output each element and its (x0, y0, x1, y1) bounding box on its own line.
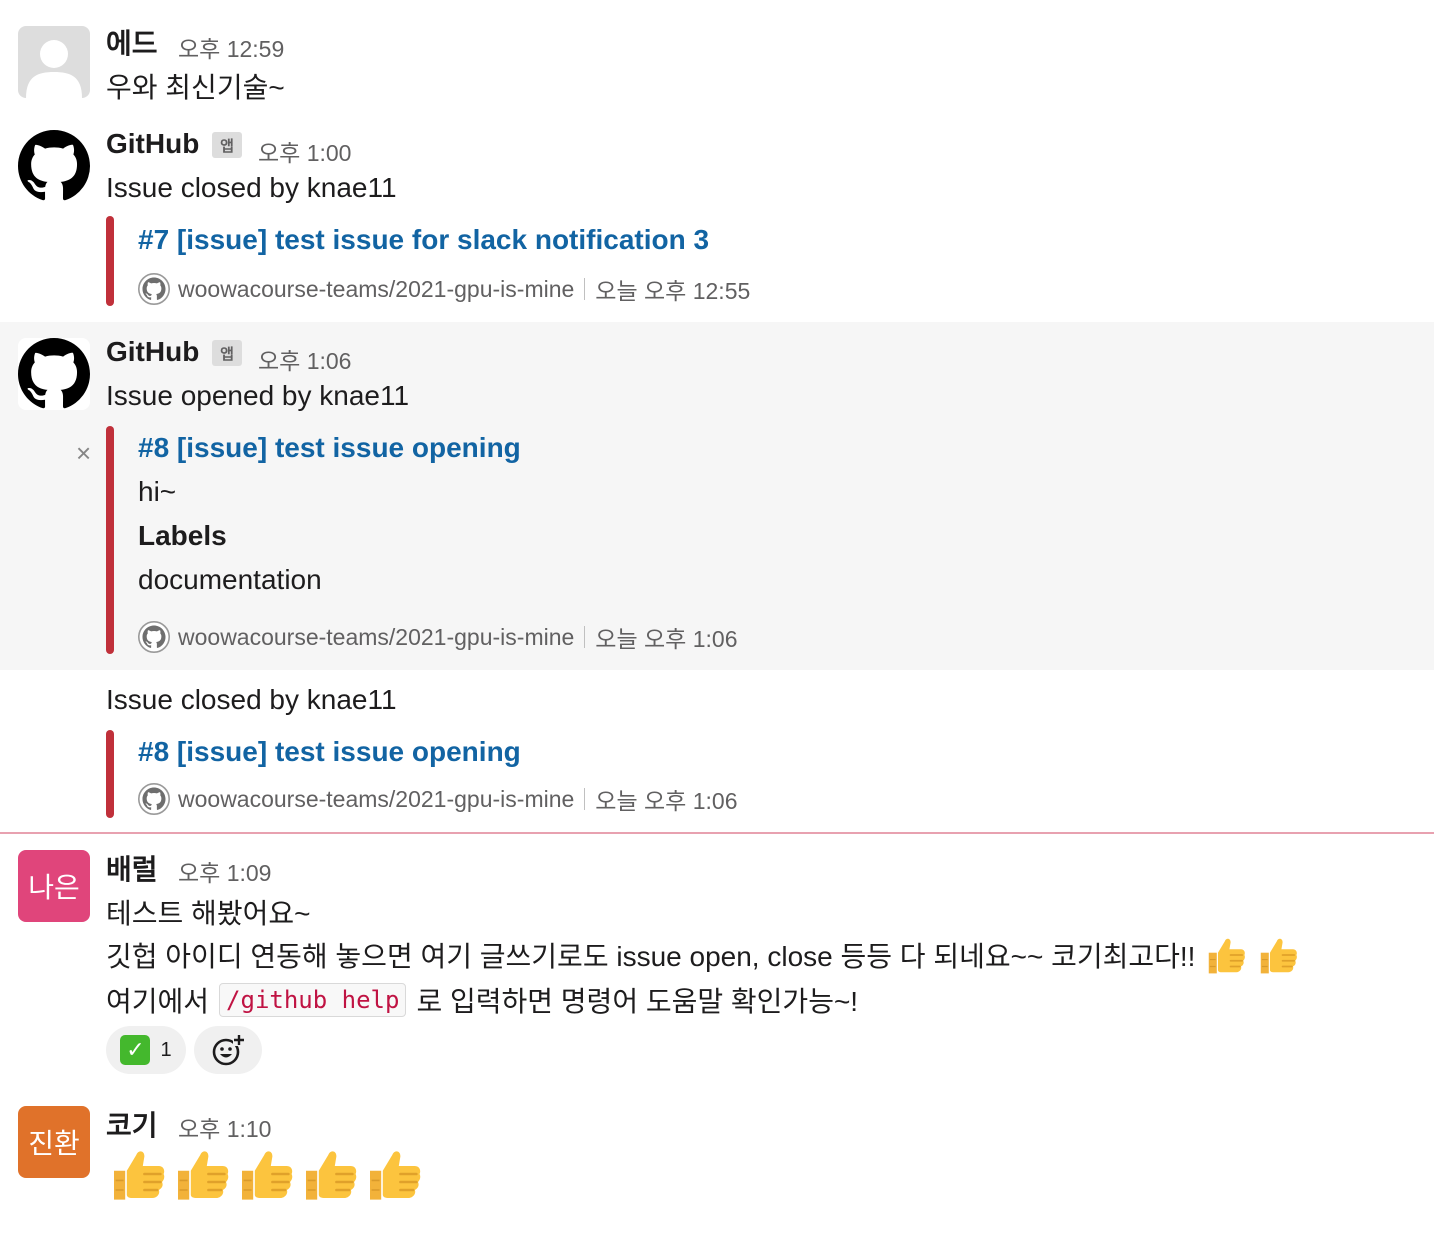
jumbo-emoji-row (106, 1140, 426, 1208)
labels-heading: Labels (138, 520, 227, 551)
footer-divider (584, 788, 586, 810)
issue-body: hi~ (138, 476, 177, 507)
add-reaction-icon (212, 1034, 245, 1066)
new-messages-divider (0, 832, 1434, 834)
close-attachment-icon[interactable]: × (76, 438, 91, 469)
issue-link[interactable]: #8 [issue] test issue opening (138, 736, 521, 768)
sender-name[interactable]: 코기 (106, 1104, 158, 1144)
message-corgi[interactable]: 진환 코기 오후 1:10 (0, 1092, 1434, 1232)
avatar[interactable]: 진환 (18, 1106, 90, 1178)
message-ed[interactable]: 에드 오후 12:59 우와 최신기술~ (0, 0, 1434, 110)
message-text: 우와 최신기술~ (106, 72, 285, 103)
footer-divider (584, 278, 586, 300)
sender-name[interactable]: GitHub (106, 336, 199, 368)
message-time[interactable]: 오후 12:59 (178, 30, 284, 64)
attachment-footer: woowacourse-teams/2021-gpu-is-mine 오늘 오후… (138, 272, 750, 306)
sender-name[interactable]: 에드 (106, 22, 158, 62)
reaction-check[interactable]: ✓ 1 (106, 1026, 186, 1074)
reaction-count: 1 (160, 1038, 172, 1061)
message-github-opened-8[interactable]: GitHub 앱 오후 1:06 Issue opened by knae11 … (0, 322, 1434, 670)
inline-code: /github help (219, 983, 407, 1017)
issue-link[interactable]: #7 [issue] test issue for slack notifica… (138, 224, 709, 256)
github-small-icon (138, 783, 170, 815)
sender-name[interactable]: 배럴 (106, 848, 158, 888)
message-text: Issue closed by knae11 (106, 684, 397, 715)
white-check-mark-icon: ✓ (120, 1035, 151, 1065)
thumbs-up-icon (298, 1140, 362, 1208)
thumbs-up-icon (170, 1140, 234, 1208)
thumbs-up-icon (1203, 932, 1249, 978)
avatar[interactable]: 나은 (18, 850, 90, 922)
app-badge: 앱 (212, 132, 242, 158)
issue-link[interactable]: #8 [issue] test issue opening (138, 432, 521, 464)
repo-name: woowacourse-teams/2021-gpu-is-mine (178, 623, 575, 650)
labels-value: documentation (138, 564, 322, 595)
attachment-bar (106, 216, 114, 306)
message-time[interactable]: 오후 1:00 (258, 134, 351, 168)
message-time[interactable]: 오후 1:09 (178, 854, 271, 888)
github-small-icon (138, 621, 170, 653)
message-line-1: 테스트 해봤어요~ (106, 898, 311, 929)
thumbs-up-icon (1255, 932, 1301, 978)
message-line-3: 여기에서 /github help 로 입력하면 명령어 도움말 확인가능~! (106, 980, 858, 1020)
github-avatar-icon[interactable] (18, 130, 90, 202)
message-time[interactable]: 오후 1:06 (258, 342, 351, 376)
sender-name[interactable]: GitHub (106, 128, 199, 160)
message-line-3-before: 여기에서 (106, 986, 210, 1017)
app-badge: 앱 (212, 340, 242, 366)
thumbs-up-icon (362, 1140, 426, 1208)
github-small-icon (138, 273, 170, 305)
attachment-footer: woowacourse-teams/2021-gpu-is-mine 오늘 오후… (138, 782, 737, 816)
repo-name: woowacourse-teams/2021-gpu-is-mine (178, 275, 575, 302)
add-reaction-button[interactable] (194, 1026, 262, 1074)
message-text: Issue opened by knae11 (106, 380, 410, 411)
attachment-bar (106, 730, 114, 818)
message-github-closed-7[interactable]: GitHub 앱 오후 1:00 Issue closed by knae11 … (0, 110, 1434, 320)
message-line-2-text: 깃헙 아이디 연동해 놓으면 여기 글쓰기로도 issue open, clos… (106, 941, 1196, 972)
message-line-3-after: 로 입력하면 명령어 도움말 확인가능~! (416, 986, 859, 1017)
attachment-timestamp[interactable]: 오늘 오후 1:06 (595, 620, 737, 654)
message-line-2: 깃헙 아이디 연동해 놓으면 여기 글쓰기로도 issue open, clos… (106, 932, 1301, 978)
attachment-footer: woowacourse-teams/2021-gpu-is-mine 오늘 오후… (138, 620, 737, 654)
default-avatar-icon[interactable] (18, 26, 90, 98)
github-avatar-icon[interactable] (18, 338, 90, 410)
thumbs-up-icon (234, 1140, 298, 1208)
repo-name: woowacourse-teams/2021-gpu-is-mine (178, 785, 575, 812)
attachment-timestamp[interactable]: 오늘 오후 12:55 (595, 272, 750, 306)
message-text: Issue closed by knae11 (106, 172, 397, 203)
attachment-timestamp[interactable]: 오늘 오후 1:06 (595, 782, 737, 816)
message-barrel[interactable]: 나은 배럴 오후 1:09 테스트 해봤어요~ 깃헙 아이디 연동해 놓으면 여… (0, 836, 1434, 1086)
message-github-closed-8[interactable]: Issue closed by knae11 #8 [issue] test i… (0, 672, 1434, 830)
thumbs-up-icon (106, 1140, 170, 1208)
message-time[interactable]: 오후 1:10 (178, 1110, 271, 1144)
attachment-bar (106, 426, 114, 654)
footer-divider (584, 626, 586, 648)
